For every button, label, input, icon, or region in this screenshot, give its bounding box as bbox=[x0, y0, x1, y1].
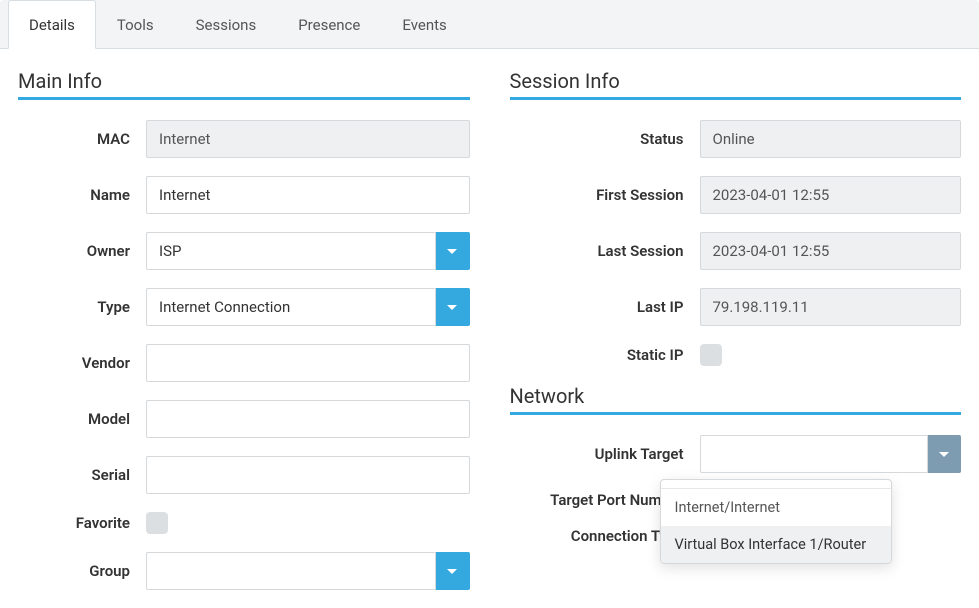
owner-label: Owner bbox=[18, 242, 146, 260]
last-ip-value: 79.198.119.11 bbox=[700, 288, 962, 326]
caret-down-icon bbox=[939, 452, 949, 457]
name-input[interactable] bbox=[146, 176, 470, 214]
caret-down-icon bbox=[447, 569, 457, 574]
first-session-value: 2023-04-01 12:55 bbox=[700, 176, 962, 214]
uplink-dropdown-button[interactable] bbox=[928, 435, 961, 473]
favorite-label: Favorite bbox=[18, 514, 146, 532]
serial-input[interactable] bbox=[146, 456, 470, 494]
caret-down-icon bbox=[447, 249, 457, 254]
tabs-bar: Details Tools Sessions Presence Events bbox=[0, 0, 979, 49]
tab-details[interactable]: Details bbox=[8, 0, 96, 49]
tab-presence[interactable]: Presence bbox=[277, 0, 381, 48]
tab-events[interactable]: Events bbox=[381, 0, 467, 48]
network-heading: Network bbox=[510, 384, 962, 415]
first-session-label: First Session bbox=[510, 186, 700, 204]
session-info-heading: Session Info bbox=[510, 69, 962, 100]
vendor-input[interactable] bbox=[146, 344, 470, 382]
mac-label: MAC bbox=[18, 130, 146, 148]
static-ip-label: Static IP bbox=[510, 346, 700, 364]
status-value: Online bbox=[700, 120, 962, 158]
uplink-target-label: Uplink Target bbox=[510, 445, 700, 463]
main-info-heading: Main Info bbox=[18, 69, 470, 100]
owner-input[interactable] bbox=[146, 232, 436, 270]
mac-value: Internet bbox=[146, 120, 470, 158]
tab-sessions[interactable]: Sessions bbox=[175, 0, 278, 48]
caret-down-icon bbox=[447, 305, 457, 310]
model-input[interactable] bbox=[146, 400, 470, 438]
name-label: Name bbox=[18, 186, 146, 204]
status-label: Status bbox=[510, 130, 700, 148]
last-session-label: Last Session bbox=[510, 242, 700, 260]
type-label: Type bbox=[18, 298, 146, 316]
session-info-column: Session Info Status Online First Session… bbox=[510, 69, 962, 608]
vendor-label: Vendor bbox=[18, 354, 146, 372]
model-label: Model bbox=[18, 410, 146, 428]
serial-label: Serial bbox=[18, 466, 146, 484]
dropdown-option-internet[interactable]: Internet/Internet bbox=[661, 489, 891, 526]
group-label: Group bbox=[18, 562, 146, 580]
type-dropdown-button[interactable] bbox=[436, 288, 470, 326]
dropdown-option-virtualbox[interactable]: Virtual Box Interface 1/Router bbox=[661, 526, 891, 563]
favorite-checkbox[interactable] bbox=[146, 512, 168, 534]
tab-tools[interactable]: Tools bbox=[96, 0, 175, 48]
main-info-column: Main Info MAC Internet Name Owner Type bbox=[18, 69, 470, 608]
uplink-dropdown-menu: Internet/Internet Virtual Box Interface … bbox=[660, 479, 892, 564]
group-dropdown-button[interactable] bbox=[436, 552, 470, 590]
last-session-value: 2023-04-01 12:55 bbox=[700, 232, 962, 270]
uplink-target-input[interactable] bbox=[700, 435, 929, 473]
owner-dropdown-button[interactable] bbox=[436, 232, 470, 270]
static-ip-checkbox[interactable] bbox=[700, 344, 722, 366]
type-input[interactable] bbox=[146, 288, 436, 326]
group-input[interactable] bbox=[146, 552, 436, 590]
last-ip-label: Last IP bbox=[510, 298, 700, 316]
